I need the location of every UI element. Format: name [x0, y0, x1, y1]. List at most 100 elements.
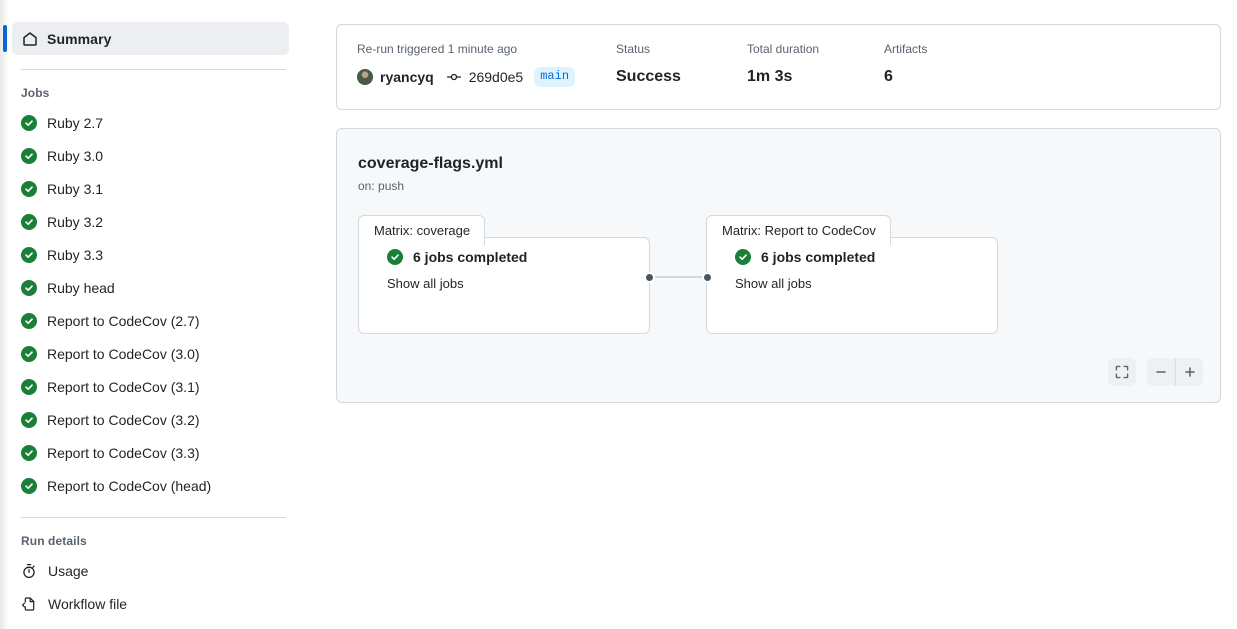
sidebar-job-item[interactable]: Report to CodeCov (3.0) [0, 337, 298, 370]
matrix-group-report-to-codecov[interactable]: Matrix: Report to CodeCov 6 jobs complet… [706, 215, 998, 334]
jobs-completed-text: 6 jobs completed [413, 249, 528, 265]
sidebar-job-label: Ruby head [47, 279, 115, 296]
zoom-button-group [1147, 358, 1203, 386]
run-duration-column: Total duration 1m 3s [747, 40, 884, 88]
sidebar-job-label: Report to CodeCov (head) [47, 477, 212, 494]
sidebar-divider-top [21, 69, 286, 70]
check-circle-icon [21, 213, 37, 230]
status-value: Success [616, 68, 681, 85]
sidebar-job-label: Report to CodeCov (3.2) [47, 411, 200, 428]
run-actor-row: ryancyq 269d0e5 main [357, 66, 616, 88]
sidebar-item-usage-label: Usage [48, 562, 89, 579]
check-circle-icon [735, 249, 751, 265]
sidebar-item-workflow-file[interactable]: Workflow file [0, 587, 298, 620]
zoom-in-button[interactable] [1175, 358, 1203, 386]
sidebar-jobs-heading: Jobs [21, 86, 50, 100]
sidebar-job-item[interactable]: Report to CodeCov (head) [0, 469, 298, 502]
check-circle-icon [21, 312, 37, 329]
stopwatch-icon [21, 563, 37, 579]
matrix-group-report-content: 6 jobs completed Show all jobs [735, 249, 875, 291]
run-trigger-column: Re-run triggered 1 minute ago ryancyq 26… [357, 40, 616, 88]
check-circle-icon [21, 477, 37, 494]
plus-icon [1183, 365, 1197, 379]
check-circle-icon [21, 444, 37, 461]
sidebar-item-workflow-file-label: Workflow file [48, 595, 128, 612]
matrix-group-coverage[interactable]: Matrix: coverage 6 jobs completed Show a… [358, 215, 650, 334]
job-status-row: 6 jobs completed [387, 249, 527, 265]
workflow-title: coverage-flags.yml [358, 155, 503, 172]
node-handle-target [702, 272, 713, 283]
file-code-icon [21, 596, 37, 612]
check-circle-icon [21, 147, 37, 164]
sidebar-job-item[interactable]: Report to CodeCov (3.2) [0, 403, 298, 436]
workflow-graph-card: coverage-flags.yml on: push Matrix: cove… [336, 128, 1221, 403]
sidebar-item-usage[interactable]: Usage [0, 554, 298, 587]
avatar [357, 69, 373, 85]
sidebar-job-item[interactable]: Ruby head [0, 271, 298, 304]
run-status-column: Status Success [616, 40, 747, 88]
sidebar-job-item[interactable]: Ruby 2.7 [0, 106, 298, 139]
branch-badge[interactable]: main [534, 67, 576, 87]
check-circle-icon [21, 246, 37, 263]
run-trigger-label: Re-run triggered 1 minute ago [357, 42, 518, 56]
sidebar-job-label: Ruby 3.1 [47, 180, 104, 197]
sidebar-job-item[interactable]: Report to CodeCov (3.3) [0, 436, 298, 469]
check-circle-icon [21, 279, 37, 296]
sidebar-job-label: Ruby 3.3 [47, 246, 104, 263]
check-circle-icon [21, 180, 37, 197]
actor-name[interactable]: ryancyq [380, 69, 434, 85]
sidebar-job-label: Report to CodeCov (2.7) [47, 312, 200, 329]
matrix-group-coverage-content: 6 jobs completed Show all jobs [387, 249, 527, 291]
sidebar-job-item[interactable]: Report to CodeCov (3.1) [0, 370, 298, 403]
node-handle-source [644, 272, 655, 283]
matrix-group-report-tab: Matrix: Report to CodeCov [706, 215, 891, 245]
run-artifacts-column: Artifacts 6 [884, 40, 1004, 88]
job-status-row: 6 jobs completed [735, 249, 875, 265]
check-circle-icon [21, 378, 37, 395]
sidebar-job-item[interactable]: Ruby 3.3 [0, 238, 298, 271]
duration-value: 1m 3s [747, 68, 793, 85]
graph-edge [653, 276, 709, 278]
sidebar-job-item[interactable]: Ruby 3.1 [0, 172, 298, 205]
artifacts-value: 6 [884, 68, 893, 85]
jobs-completed-text: 6 jobs completed [761, 249, 876, 265]
sidebar-job-label: Report to CodeCov (3.0) [47, 345, 200, 362]
sidebar-item-summary[interactable]: Summary [3, 22, 289, 55]
graph-canvas[interactable]: Matrix: coverage 6 jobs completed Show a… [337, 215, 1220, 350]
sidebar-job-label: Ruby 3.2 [47, 213, 104, 230]
sidebar-run-details-heading: Run details [21, 534, 87, 548]
show-all-jobs-link[interactable]: Show all jobs [735, 276, 875, 291]
fit-to-screen-button[interactable] [1108, 358, 1136, 386]
minus-icon [1154, 365, 1168, 379]
artifacts-label: Artifacts [884, 42, 928, 56]
matrix-group-coverage-label: Matrix: coverage [374, 223, 471, 238]
sidebar-job-label: Report to CodeCov (3.3) [47, 444, 200, 461]
check-circle-icon [21, 345, 37, 362]
commit-icon [446, 69, 462, 85]
check-circle-icon [21, 411, 37, 428]
workflow-run-page: Summary Jobs Ruby 2.7 Ruby 3.0 Ruby 3.1 … [0, 0, 1237, 629]
sidebar-item-summary-label: Summary [47, 30, 112, 47]
check-circle-icon [21, 114, 37, 131]
status-label: Status [616, 42, 651, 56]
sidebar-job-label: Report to CodeCov (3.1) [47, 378, 200, 395]
sidebar: Summary Jobs Ruby 2.7 Ruby 3.0 Ruby 3.1 … [0, 0, 298, 629]
graph-zoom-controls [1108, 358, 1203, 386]
check-circle-icon [387, 249, 403, 265]
sidebar-job-item[interactable]: Ruby 3.2 [0, 205, 298, 238]
home-icon [22, 31, 38, 47]
sidebar-divider-bottom [21, 517, 286, 518]
zoom-out-button[interactable] [1147, 358, 1175, 386]
matrix-group-coverage-tab: Matrix: coverage [358, 215, 486, 245]
sidebar-job-label: Ruby 2.7 [47, 114, 104, 131]
sidebar-job-label: Ruby 3.0 [47, 147, 104, 164]
show-all-jobs-link[interactable]: Show all jobs [387, 276, 527, 291]
sidebar-job-item[interactable]: Report to CodeCov (2.7) [0, 304, 298, 337]
commit-sha[interactable]: 269d0e5 [469, 69, 524, 85]
main-content: Re-run triggered 1 minute ago ryancyq 26… [298, 0, 1237, 629]
duration-label: Total duration [747, 42, 820, 56]
run-header-card: Re-run triggered 1 minute ago ryancyq 26… [336, 24, 1221, 110]
fit-to-screen-icon [1115, 365, 1129, 379]
sidebar-job-item[interactable]: Ruby 3.0 [0, 139, 298, 172]
matrix-group-report-label: Matrix: Report to CodeCov [722, 223, 876, 238]
